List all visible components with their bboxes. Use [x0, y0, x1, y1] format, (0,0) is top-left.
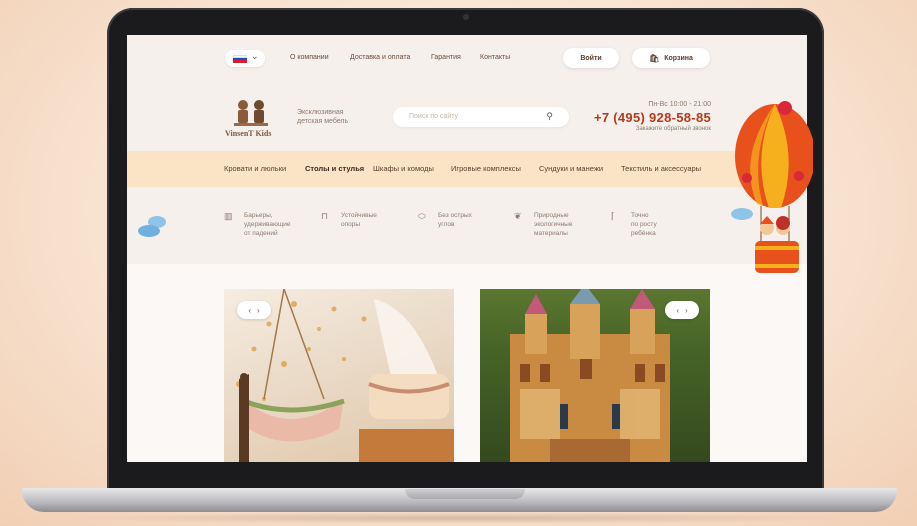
category-wardrobes[interactable]: Шкафы и комоды: [373, 164, 434, 173]
nav-link-about[interactable]: О компании: [290, 54, 329, 61]
chevron-right-icon[interactable]: ›: [257, 306, 260, 315]
search-icon[interactable]: ⚲: [546, 111, 553, 122]
login-button[interactable]: Войти: [563, 48, 619, 68]
chevron-left-icon[interactable]: ‹: [248, 306, 251, 315]
feature-supports: ⊓ Устойчивые опоры: [321, 211, 401, 229]
site-header: VinsenT Kids Эксклюзивная детская мебель…: [127, 83, 807, 151]
category-beds[interactable]: Кровати и люльки: [224, 164, 286, 173]
feature-text: углов: [438, 221, 455, 228]
feature-text: от падений: [244, 230, 278, 237]
cart-icon: 🛍: [649, 53, 660, 63]
feature-barriers: ▥ Барьеры, удерживающие от падений: [224, 211, 304, 238]
callback-link[interactable]: Закажите обратный звонок: [636, 126, 711, 132]
feature-text: Барьеры,: [244, 212, 273, 219]
laptop-shadow: [60, 512, 860, 524]
laptop-notch: [405, 489, 525, 499]
product-card-castle[interactable]: ‹ ›: [480, 289, 710, 462]
feature-text: материалы: [534, 230, 568, 237]
leaf-icon: ❦: [514, 211, 522, 221]
phone-number[interactable]: +7 (495) 928-58-85: [594, 110, 711, 125]
website-screen: ⌄ О компании Доставка и оплата Гарантия …: [127, 35, 807, 462]
feature-text: опоры: [341, 221, 361, 228]
rounded-corners-icon: ⬭: [418, 211, 426, 221]
tagline: Эксклюзивная детская мебель: [297, 108, 348, 126]
search-box[interactable]: Поиск по сайту ⚲: [393, 107, 569, 127]
feature-text: удерживающие: [244, 221, 291, 228]
nav-link-warranty[interactable]: Гарантия: [431, 54, 461, 61]
product-card-cradle[interactable]: ‹ ›: [224, 289, 454, 462]
feature-text: Природные: [534, 212, 569, 219]
top-bar: ⌄ О компании Доставка и оплата Гарантия …: [127, 35, 807, 83]
support-icon: ⊓: [321, 211, 329, 221]
carousel-arrows[interactable]: ‹ ›: [237, 301, 271, 319]
hot-air-balloon-icon: [735, 101, 813, 273]
cart-label: Корзина: [664, 54, 693, 62]
barrier-icon: ▥: [224, 211, 233, 221]
russia-flag-icon: [233, 55, 247, 63]
feature-text: по росту: [631, 221, 657, 228]
feature-text: ребёнка: [631, 230, 656, 237]
nav-link-contacts[interactable]: Контакты: [480, 54, 510, 61]
feature-text: Точно: [631, 212, 649, 219]
feature-text: Устойчивые: [341, 212, 377, 219]
language-selector[interactable]: ⌄: [225, 50, 265, 67]
feature-corners: ⬭ Без острых углов: [418, 211, 498, 229]
login-label: Войти: [580, 54, 602, 62]
camera-dot: [463, 14, 469, 20]
cloud-icon: [138, 216, 166, 237]
category-chests[interactable]: Сундуки и манежи: [539, 164, 603, 173]
feature-text: экологичные: [534, 221, 573, 228]
logo-kids-icon[interactable]: [231, 99, 271, 127]
chevron-down-icon: ⌄: [251, 51, 259, 61]
category-tables[interactable]: Столы и стулья: [305, 164, 364, 173]
feature-text: Без острых: [438, 212, 472, 219]
tagline-line-1: Эксклюзивная: [297, 109, 344, 116]
category-nav: Кровати и люльки Столы и стулья Шкафы и …: [127, 151, 807, 187]
feature-height: ⌈ Точно по росту ребёнка: [611, 211, 691, 238]
category-textile[interactable]: Текстиль и аксессуары: [621, 164, 701, 173]
features-strip: ▥ Барьеры, удерживающие от падений ⊓ Уст…: [127, 187, 807, 264]
category-play[interactable]: Игровые комплексы: [451, 164, 521, 173]
nav-link-delivery[interactable]: Доставка и оплата: [350, 54, 410, 61]
tagline-line-2: детская мебель: [297, 118, 349, 125]
ruler-icon: ⌈: [611, 211, 615, 221]
cart-button[interactable]: 🛍 Корзина: [632, 48, 710, 68]
chevron-left-icon[interactable]: ‹: [676, 306, 679, 315]
chevron-right-icon[interactable]: ›: [685, 306, 688, 315]
search-input[interactable]: Поиск по сайту: [409, 113, 458, 120]
brand-name[interactable]: VinsenT Kids: [225, 129, 271, 138]
feature-eco: ❦ Природные экологичные материалы: [514, 211, 594, 238]
working-hours: Пн-Вс 10:00 - 21:00: [648, 101, 711, 108]
carousel-arrows[interactable]: ‹ ›: [665, 301, 699, 319]
